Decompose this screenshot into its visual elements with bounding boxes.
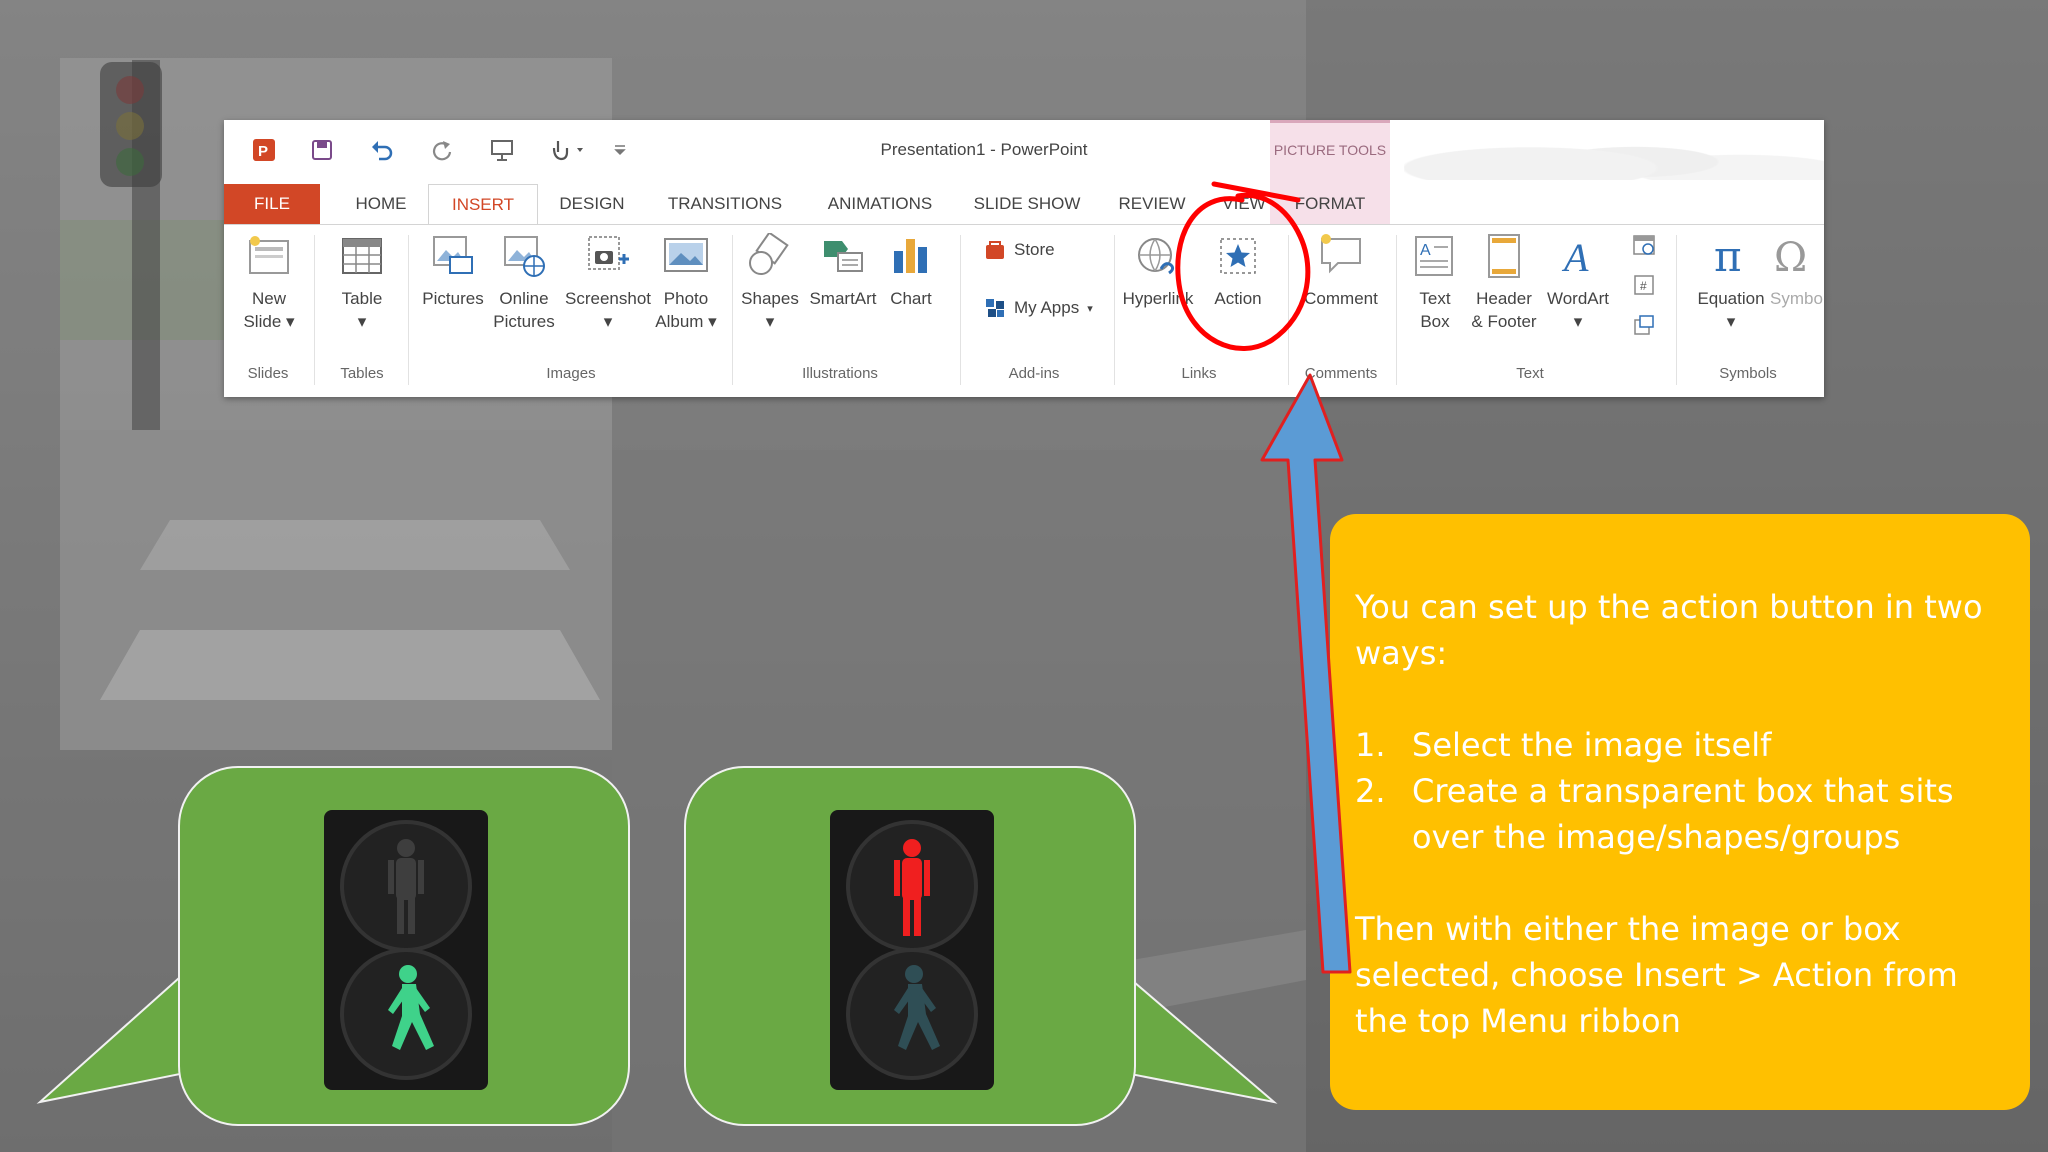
pedestrian-signal-stop[interactable]: [830, 810, 994, 1090]
instruction-box: You can set up the action button in two …: [1330, 514, 2030, 1110]
instruction-outro: Then with either the image or box select…: [1355, 910, 1958, 1040]
green-walking-man-icon: [340, 820, 472, 1080]
green-man-callout: [178, 766, 630, 1126]
red-man-callout: [684, 766, 1136, 1126]
instruction-intro: You can set up the action button in two …: [1355, 588, 1983, 672]
instruction-step: 2. Create a transparent box that sits ove…: [1355, 772, 1954, 856]
instruction-step: 1. Select the image itself: [1355, 726, 1772, 764]
pedestrian-signal-walk[interactable]: [324, 810, 488, 1090]
instruction-steps: 1. Select the image itself 2. Create a tra…: [1355, 722, 2002, 860]
red-standing-man-icon: [846, 820, 978, 1080]
